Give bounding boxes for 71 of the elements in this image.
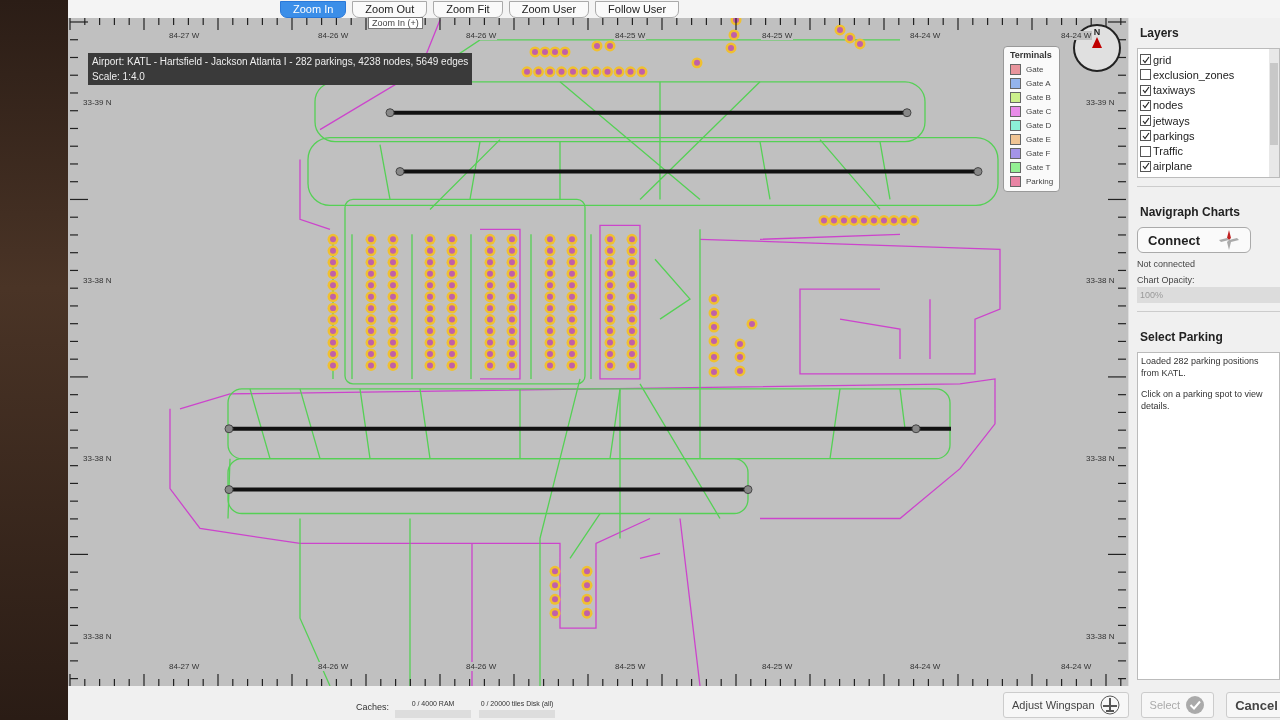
longitude-label: 84-25 W <box>761 31 794 40</box>
latitude-label: 33-38 N <box>1085 454 1116 463</box>
legend-label: Gate T <box>1026 163 1051 172</box>
legend-label: Gate D <box>1026 121 1052 130</box>
longitude-label: 84-26 W <box>317 31 350 40</box>
checkbox[interactable] <box>1140 130 1151 142</box>
longitude-label: 84-24 W <box>909 662 942 671</box>
message-text: Click on a parking spot to view details. <box>1141 389 1264 413</box>
longitude-label: 84-24 W <box>1060 31 1093 40</box>
legend-label: Gate <box>1026 65 1044 74</box>
legend-label: Gate B <box>1026 93 1051 102</box>
legend-label: Gate C <box>1026 107 1052 116</box>
connect-button[interactable]: Connect <box>1137 227 1251 253</box>
longitude-label: 84-26 W <box>465 31 498 40</box>
toolbar-button[interactable]: Zoom User <box>508 0 590 18</box>
longitude-label: 84-25 W <box>761 662 794 671</box>
section-title: Select Parking <box>1140 330 1224 344</box>
latitude-label: 33-38 N <box>82 276 113 285</box>
opacity-label: Chart Opacity: <box>1137 275 1196 285</box>
checkbox[interactable] <box>1140 145 1151 157</box>
layer-label: grid <box>1153 53 1172 66</box>
compass-star-icon <box>1218 229 1240 251</box>
toolbar-button[interactable]: Zoom Out <box>352 0 428 18</box>
caches-label: Caches: <box>356 702 390 712</box>
checkbox[interactable] <box>1140 160 1151 172</box>
action-button[interactable]: Cancel <box>1226 692 1280 718</box>
legend-title: Terminals <box>1010 50 1053 60</box>
info-text: Scale: 1:4.0 <box>92 71 146 82</box>
latitude-label: 33-38 N <box>1085 632 1116 641</box>
legend-label: Parking <box>1026 177 1054 186</box>
checkbox[interactable] <box>1140 69 1151 81</box>
legend-label: Gate A <box>1026 79 1051 88</box>
checkbox[interactable] <box>1140 99 1151 111</box>
legend-label: Gate F <box>1026 149 1051 158</box>
layer-label: taxiways <box>1153 84 1196 97</box>
latitude-label: 33-39 N <box>1085 98 1116 107</box>
layer-label: exclusion_zones <box>1153 68 1235 81</box>
checkbox[interactable] <box>1140 84 1151 96</box>
longitude-label: 84-24 W <box>1060 662 1093 671</box>
longitude-label: 84-25 W <box>614 662 647 671</box>
tooltip: Zoom In (+) <box>368 17 423 29</box>
check-icon <box>1185 695 1206 715</box>
layer-label: airplane <box>1153 160 1193 173</box>
layer-label: nodes <box>1153 99 1183 112</box>
longitude-label: 84-27 W <box>168 662 201 671</box>
compass-letter: N <box>1093 27 1101 37</box>
action-button[interactable]: Adjust Wingspan <box>1003 692 1129 718</box>
toolbar-button[interactable]: Zoom Fit <box>433 0 503 18</box>
longitude-label: 84-26 W <box>465 662 498 671</box>
toolbar-button[interactable]: Follow User <box>595 0 680 18</box>
latitude-label: 33-38 N <box>1085 276 1116 285</box>
checkbox[interactable] <box>1140 54 1151 66</box>
longitude-label: 84-24 W <box>909 31 942 40</box>
latitude-label: 33-39 N <box>82 98 113 107</box>
checkbox[interactable] <box>1140 115 1151 127</box>
layer-label: parkings <box>1153 129 1195 142</box>
connection-status: Not connected <box>1137 259 1197 269</box>
layer-label: jetways <box>1153 114 1190 127</box>
layer-label: Traffic <box>1153 145 1183 158</box>
latitude-label: 33-38 N <box>82 632 113 641</box>
latitude-label: 33-38 N <box>82 454 113 463</box>
scrollbar[interactable] <box>1269 49 1279 177</box>
longitude-label: 84-27 W <box>168 31 201 40</box>
longitude-label: 84-25 W <box>614 31 647 40</box>
info-text: Airport: KATL - Hartsfield - Jackson Atlanta I - 282 parkings, 4238 nodes, 5649 edges <box>92 56 469 67</box>
message-text: Loaded 282 parking positions from KATL. <box>1141 356 1260 380</box>
section-title: Layers <box>1140 26 1180 40</box>
longitude-label: 84-26 W <box>317 662 350 671</box>
section-title: Navigraph Charts <box>1140 205 1242 219</box>
legend-label: Gate E <box>1026 135 1051 144</box>
north-arrow-icon <box>1092 37 1102 48</box>
